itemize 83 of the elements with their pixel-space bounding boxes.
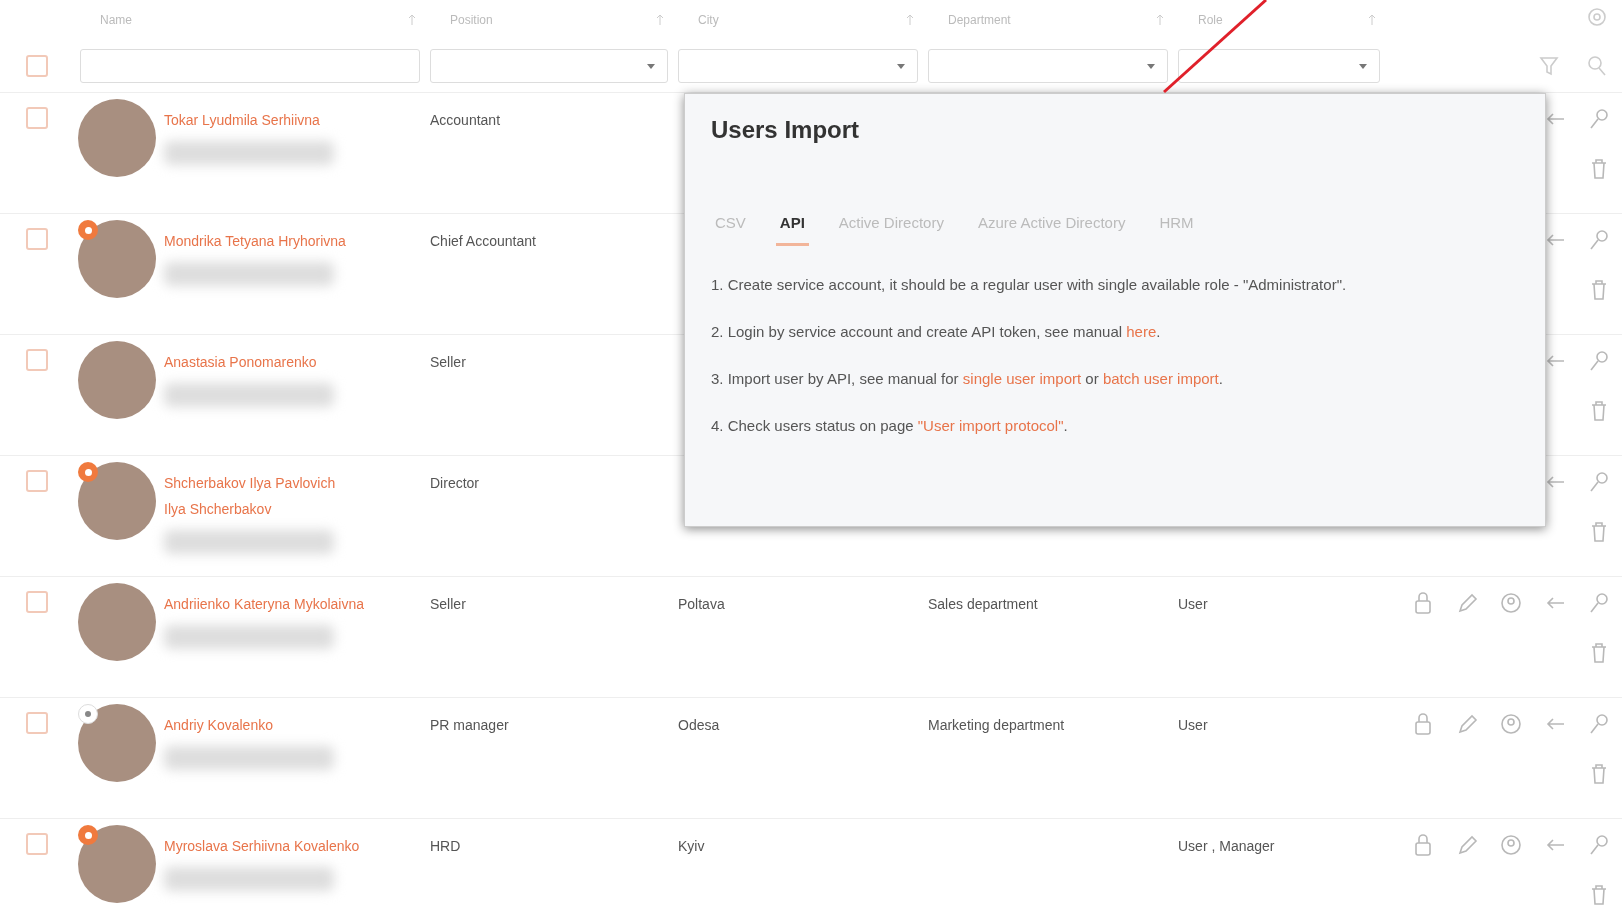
table-cell: User , Manager bbox=[1178, 838, 1275, 854]
pencil-icon[interactable] bbox=[1456, 712, 1478, 736]
checkbox[interactable] bbox=[26, 55, 48, 77]
table-cell: Sales department bbox=[928, 596, 1038, 612]
user-name-link[interactable]: Tokar Lyudmila Serhiivna bbox=[164, 107, 414, 133]
user-alias-link[interactable]: Ilya Shcherbakov bbox=[164, 496, 414, 522]
table-cell: Poltava bbox=[678, 596, 725, 612]
checkbox[interactable] bbox=[26, 470, 48, 492]
manual-link[interactable]: "User import protocol" bbox=[917, 417, 1064, 434]
table-cell: Chief Accountant bbox=[430, 233, 536, 249]
column-header[interactable]: Position bbox=[450, 13, 493, 27]
import-tab[interactable]: Azure Active Directory bbox=[973, 210, 1130, 246]
search-icon[interactable] bbox=[1586, 54, 1608, 78]
padlock-icon[interactable] bbox=[1412, 591, 1434, 615]
user-name-link[interactable]: Myroslava Serhiivna Kovalenko bbox=[164, 833, 414, 859]
table-cell: Accountant bbox=[430, 112, 501, 128]
sort-icon[interactable] bbox=[656, 14, 664, 26]
column-header[interactable]: City bbox=[698, 13, 719, 27]
table-cell: User bbox=[1178, 717, 1208, 733]
pencil-icon[interactable] bbox=[1456, 591, 1478, 615]
column-header[interactable]: Name bbox=[100, 13, 132, 27]
padlock-icon[interactable] bbox=[1412, 833, 1434, 857]
checkbox[interactable] bbox=[26, 349, 48, 371]
checkbox[interactable] bbox=[26, 228, 48, 250]
user-circle-icon[interactable] bbox=[1500, 833, 1522, 857]
checkbox[interactable] bbox=[26, 833, 48, 855]
key-icon[interactable] bbox=[1588, 833, 1610, 857]
key-icon[interactable] bbox=[1588, 591, 1610, 615]
import-tab[interactable]: CSV bbox=[711, 210, 750, 246]
import-tab[interactable]: API bbox=[775, 210, 809, 246]
checkbox[interactable] bbox=[26, 107, 48, 129]
sort-icon[interactable] bbox=[1156, 14, 1164, 26]
import-tab[interactable]: Active Directory bbox=[834, 210, 948, 246]
user-name-link[interactable]: Andriienko Kateryna Mykolaivna bbox=[164, 591, 414, 617]
filter-dropdown[interactable] bbox=[430, 49, 668, 83]
pencil-icon[interactable] bbox=[1456, 833, 1478, 857]
table-cell: Marketing department bbox=[928, 717, 1065, 733]
key-icon[interactable] bbox=[1588, 470, 1610, 494]
sort-icon[interactable] bbox=[1368, 14, 1376, 26]
user-name-link[interactable]: Anastasia Ponomarenko bbox=[164, 349, 414, 375]
caret-icon bbox=[897, 63, 905, 69]
instruction-step: 3. Import user by API, see manual for single user import or batch user import. bbox=[711, 370, 1519, 387]
import-tab[interactable]: HRM bbox=[1155, 210, 1198, 246]
key-icon[interactable] bbox=[1588, 107, 1610, 131]
user-circle-icon[interactable] bbox=[1500, 712, 1522, 736]
gear-icon[interactable] bbox=[1586, 6, 1608, 28]
instruction-step: 1. Create service account, it should be a regular user with single available role - "Administrator". bbox=[711, 276, 1519, 293]
filter-input[interactable] bbox=[80, 49, 420, 83]
filter-dropdown[interactable] bbox=[1178, 49, 1380, 83]
table-cell: HRD bbox=[430, 838, 461, 854]
manual-link[interactable]: single user import bbox=[962, 370, 1082, 387]
instruction-step: 4. Check users status on page "User import protocol". bbox=[711, 417, 1519, 434]
table-cell: Kyiv bbox=[678, 838, 705, 854]
checkbox[interactable] bbox=[26, 591, 48, 613]
manual-link[interactable]: batch user import bbox=[1102, 370, 1219, 387]
user-name-link[interactable]: Andriy Kovalenko bbox=[164, 712, 414, 738]
manual-link[interactable]: here bbox=[1126, 323, 1157, 340]
caret-icon bbox=[647, 63, 655, 69]
user-circle-icon[interactable] bbox=[1500, 591, 1522, 615]
key-icon[interactable] bbox=[1588, 349, 1610, 373]
filter-dropdown[interactable] bbox=[678, 49, 918, 83]
funnel-icon[interactable] bbox=[1538, 54, 1560, 78]
table-cell: User bbox=[1178, 596, 1208, 612]
dialog-title: Users Import bbox=[711, 116, 861, 144]
table-cell: Seller bbox=[430, 354, 466, 370]
padlock-icon[interactable] bbox=[1412, 712, 1434, 736]
filter-dropdown[interactable] bbox=[928, 49, 1168, 83]
checkbox[interactable] bbox=[26, 712, 48, 734]
table-cell: Odesa bbox=[678, 717, 720, 733]
table-cell: PR manager bbox=[430, 717, 509, 733]
instruction-step: 2. Login by service account and create API token, see manual here. bbox=[711, 323, 1519, 340]
user-name-link[interactable]: Shcherbakov Ilya Pavlovich bbox=[164, 470, 414, 496]
caret-icon bbox=[1147, 63, 1155, 69]
sort-icon[interactable] bbox=[906, 14, 914, 26]
caret-icon bbox=[1359, 63, 1367, 69]
table-cell: Seller bbox=[430, 596, 466, 612]
column-header[interactable]: Department bbox=[948, 13, 1011, 27]
key-icon[interactable] bbox=[1588, 228, 1610, 252]
sort-icon[interactable] bbox=[408, 14, 416, 26]
column-header[interactable]: Role bbox=[1198, 13, 1223, 27]
user-name-link[interactable]: Mondrika Tetyana Hryhorivna bbox=[164, 228, 414, 254]
key-icon[interactable] bbox=[1588, 712, 1610, 736]
table-cell: Director bbox=[430, 475, 479, 491]
